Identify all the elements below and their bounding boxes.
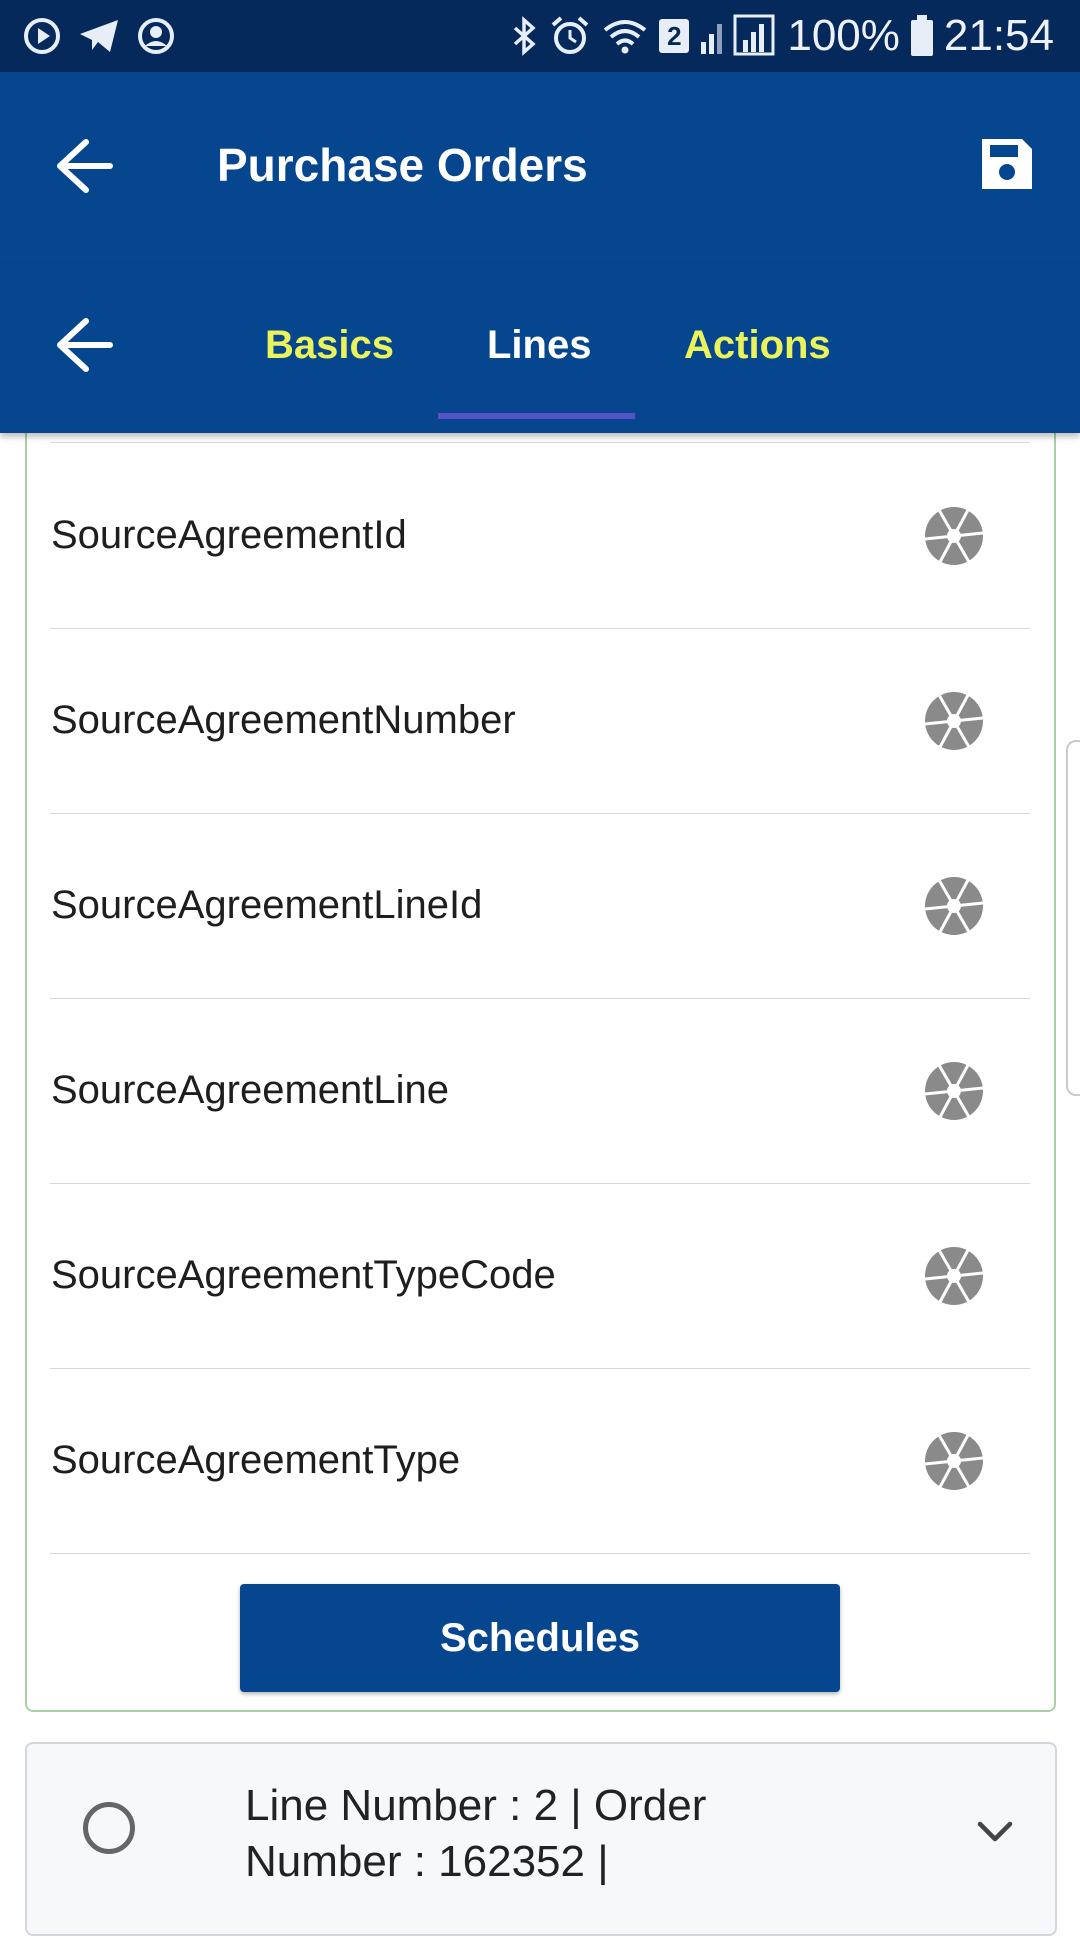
wifi-icon <box>604 20 647 54</box>
app-bar: Purchase Orders <box>0 72 1080 263</box>
page-title: Purchase Orders <box>217 139 588 191</box>
field-row-source-agreement-line[interactable]: SourceAgreementLine <box>50 998 1030 1184</box>
field-label: SourceAgreementType <box>51 1438 461 1482</box>
bluetooth-icon <box>514 16 536 56</box>
play-circle-icon <box>24 18 60 54</box>
shutter-icon[interactable] <box>924 876 984 936</box>
alarm-icon <box>552 16 589 54</box>
field-row-source-agreement-id[interactable]: SourceAgreementId <box>50 443 1030 629</box>
line-item-summary: Line Number : 2 | Order Number : 162352 … <box>245 1781 707 1886</box>
save-icon[interactable] <box>978 135 1036 193</box>
account-circle-icon <box>138 18 174 54</box>
telegram-icon <box>80 20 118 52</box>
tab-actions[interactable]: Actions <box>684 323 831 368</box>
field-label: SourceAgreementLine <box>51 1068 450 1112</box>
signal-icon <box>701 14 775 56</box>
schedules-button[interactable]: Schedules <box>240 1584 840 1692</box>
tab-indicator <box>438 413 635 419</box>
shutter-icon[interactable] <box>924 506 984 566</box>
shutter-icon[interactable] <box>924 1246 984 1306</box>
field-row-source-agreement-number[interactable]: SourceAgreementNumber <box>50 628 1030 814</box>
battery-percent: 100% <box>787 11 900 60</box>
field-row-source-agreement-line-id[interactable]: SourceAgreementLineId <box>50 813 1030 999</box>
status-left-icons <box>22 14 176 58</box>
status-bar: 2 100% 21:54 <box>0 0 1080 72</box>
tab-lines[interactable]: Lines <box>487 323 591 368</box>
line-list-item[interactable]: Line Number : 2 | Order Number : 162352 … <box>25 1742 1057 1936</box>
select-radio[interactable] <box>83 1802 135 1854</box>
tab-basics[interactable]: Basics <box>265 323 394 368</box>
status-right-icons: 2 100% 21:54 <box>509 10 1054 62</box>
tab-bar: Basics Lines Actions <box>0 263 1080 433</box>
field-row-source-agreement-type[interactable]: SourceAgreementType <box>50 1368 1030 1554</box>
field-label: SourceAgreementNumber <box>51 698 516 742</box>
scroll-indicator[interactable] <box>1066 740 1080 1096</box>
battery-icon <box>910 15 933 56</box>
sim-badge: 2 <box>659 19 690 53</box>
field-row-source-agreement-type-code[interactable]: SourceAgreementTypeCode <box>50 1183 1030 1369</box>
back-arrow-icon[interactable] <box>50 136 120 196</box>
field-label: SourceAgreementId <box>51 513 407 557</box>
tab-back-arrow-icon[interactable] <box>50 315 120 375</box>
field-label: SourceAgreementTypeCode <box>51 1253 556 1297</box>
shutter-icon[interactable] <box>924 1431 984 1491</box>
shutter-icon[interactable] <box>924 691 984 751</box>
clock: 21:54 <box>943 11 1054 60</box>
shutter-icon[interactable] <box>924 1061 984 1121</box>
chevron-down-icon[interactable] <box>972 1808 1018 1854</box>
field-label: SourceAgreementLineId <box>51 883 483 927</box>
